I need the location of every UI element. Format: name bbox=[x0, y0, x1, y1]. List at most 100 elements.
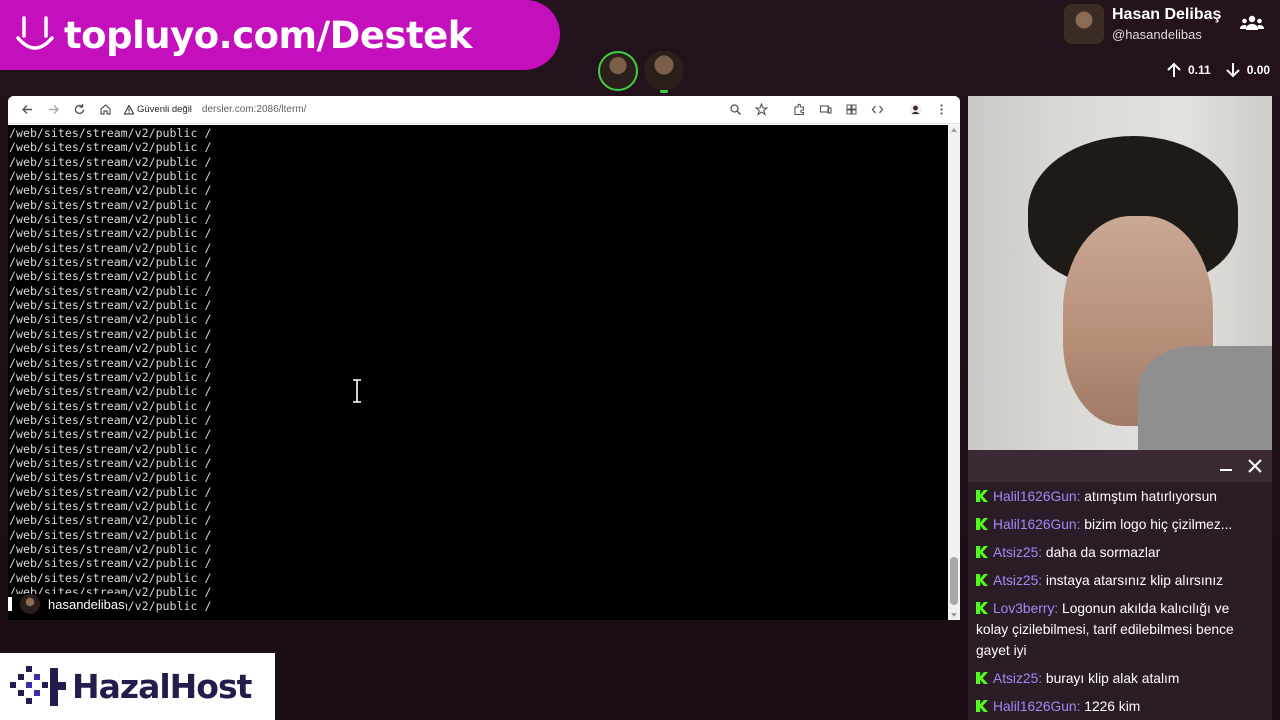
handle: @hasandelibas bbox=[1112, 27, 1202, 42]
star-icon bbox=[754, 103, 768, 116]
arrow-left-icon bbox=[21, 105, 32, 114]
terminal-line: /web/sites/stream/v2/public / bbox=[9, 527, 212, 542]
chat-message: Halil1626Gun: atımştım hatırlıyorsun bbox=[976, 486, 1258, 507]
stream-participants bbox=[598, 51, 684, 93]
terminal-line: /web/sites/stream/v2/public / bbox=[9, 126, 212, 140]
extensions-button[interactable] bbox=[786, 98, 812, 122]
puzzle-icon bbox=[793, 103, 804, 116]
chat-username[interactable]: Atsiz25 bbox=[993, 573, 1038, 588]
terminal-line: /web/sites/stream/v2/public / bbox=[9, 599, 212, 614]
bookmark-button[interactable] bbox=[748, 98, 774, 122]
kick-badge-icon bbox=[976, 518, 988, 530]
download-speed: 0.00 bbox=[1246, 63, 1271, 77]
terminal-line: /web/sites/stream/v2/public / bbox=[9, 326, 212, 341]
terminal-line: /web/sites/stream/v2/public / bbox=[9, 183, 212, 198]
participant-avatar[interactable] bbox=[644, 51, 684, 93]
participant-avatar-active[interactable] bbox=[598, 51, 638, 91]
chat-text: bizim logo hiç çizilmez... bbox=[1084, 517, 1233, 532]
security-label: Güvenli değil bbox=[137, 104, 192, 115]
security-indicator[interactable]: Güvenli değil bbox=[124, 104, 192, 115]
zoom-button[interactable] bbox=[722, 98, 748, 122]
back-button[interactable] bbox=[14, 98, 40, 122]
network-stats: 0.11 0.00 bbox=[1166, 62, 1278, 78]
cast-button[interactable] bbox=[812, 98, 838, 122]
apps-button[interactable] bbox=[838, 98, 864, 122]
users-icon[interactable] bbox=[1240, 14, 1264, 37]
terminal-line: /web/sites/stream/v2/public / bbox=[9, 355, 212, 370]
chat-separator: : bbox=[1054, 601, 1063, 616]
chat-message: Halil1626Gun: 1226 kim bbox=[976, 696, 1258, 717]
terminal-line: /web/sites/stream/v2/public / bbox=[9, 212, 212, 227]
terminal-line: /web/sites/stream/v2/public / bbox=[9, 585, 212, 599]
streamer-caption: hasandelibas bbox=[8, 594, 125, 614]
smile-icon bbox=[0, 0, 70, 70]
caption-bar bbox=[8, 597, 12, 611]
terminal-line: /web/sites/stream/v2/public / bbox=[9, 255, 212, 270]
chat-username[interactable]: Atsiz25 bbox=[993, 545, 1038, 560]
terminal-line: /web/sites/stream/v2/public / bbox=[9, 269, 212, 284]
minimize-icon[interactable] bbox=[1220, 469, 1232, 471]
terminal-line: /web/sites/stream/v2/public / bbox=[9, 169, 212, 184]
terminal-line: /web/sites/stream/v2/public / bbox=[9, 283, 212, 298]
terminal-line: /web/sites/stream/v2/public / bbox=[9, 470, 212, 485]
terminal-line: /web/sites/stream/v2/public / bbox=[9, 484, 212, 499]
hazalhost-sponsor: HazalHost bbox=[0, 653, 275, 720]
url-text: dersler.com:2086/lterm/ bbox=[201, 104, 307, 115]
terminal-line: /web/sites/stream/v2/public / bbox=[9, 570, 212, 585]
profile-icon bbox=[909, 103, 921, 116]
streamer-profile[interactable]: Hasan Delibaş @hasandelibas bbox=[1064, 4, 1221, 44]
arrow-down-icon bbox=[1225, 63, 1240, 78]
browser-window: Güvenli değil dersler.com:2086/lterm/ /w… bbox=[8, 96, 960, 620]
terminal-scrollbar[interactable] bbox=[948, 125, 960, 620]
browser-toolbar: Güvenli değil dersler.com:2086/lterm/ bbox=[8, 96, 960, 124]
chat-username[interactable]: Lov3berry bbox=[993, 601, 1054, 616]
terminal-line: /web/sites/stream/v2/public / bbox=[9, 226, 212, 241]
reload-button[interactable] bbox=[66, 98, 92, 122]
live-indicator bbox=[660, 90, 668, 93]
scroll-up-arrow[interactable] bbox=[951, 128, 957, 132]
chat-username[interactable]: Halil1626Gun bbox=[993, 699, 1077, 714]
terminal-line: /web/sites/stream/v2/public / bbox=[9, 541, 212, 556]
kick-badge-icon bbox=[976, 700, 988, 712]
terminal-line: /web/sites/stream/v2/public / bbox=[9, 556, 212, 571]
terminal-line: /web/sites/stream/v2/public / bbox=[9, 427, 212, 442]
chat-message: Atsiz25: burayı klip alak atalım bbox=[976, 668, 1258, 689]
kick-badge-icon bbox=[976, 602, 988, 614]
caption-avatar bbox=[20, 594, 40, 614]
address-bar[interactable]: Güvenli değil dersler.com:2086/lterm/ bbox=[124, 98, 716, 121]
hazalhost-logo-icon bbox=[10, 665, 66, 706]
warning-icon bbox=[124, 104, 134, 114]
arrow-up-icon bbox=[1167, 62, 1181, 77]
chat-text: atımştım hatırlıyorsun bbox=[1084, 489, 1217, 504]
scroll-down-arrow[interactable] bbox=[951, 613, 957, 617]
home-button[interactable] bbox=[92, 98, 118, 122]
chat-separator: : bbox=[1038, 671, 1046, 686]
chat-message: Atsiz25: daha da sormazlar bbox=[976, 542, 1258, 563]
forward-button[interactable] bbox=[40, 98, 66, 122]
kick-badge-icon bbox=[976, 490, 988, 502]
terminal-line: /web/sites/stream/v2/public / bbox=[9, 140, 212, 155]
scroll-thumb[interactable] bbox=[950, 557, 958, 605]
terminal-line: /web/sites/stream/v2/public / bbox=[9, 513, 212, 528]
chat-separator: : bbox=[1038, 573, 1046, 588]
chat-message: Lov3berry: Logonun akılda kalıcılığı ve … bbox=[976, 598, 1258, 661]
terminal-line: /web/sites/stream/v2/public / bbox=[9, 154, 212, 169]
kick-badge-icon bbox=[976, 546, 988, 558]
chat-username[interactable]: Halil1626Gun bbox=[993, 517, 1077, 532]
devices-icon bbox=[819, 105, 832, 114]
devtools-button[interactable] bbox=[864, 98, 890, 122]
menu-button[interactable] bbox=[928, 98, 954, 122]
topluyo-banner: topluyo.com/Destek bbox=[0, 0, 560, 70]
chat-username[interactable]: Atsiz25 bbox=[993, 671, 1038, 686]
terminal-line: /web/sites/stream/v2/public / bbox=[9, 384, 212, 399]
chat-message: Atsiz25: instaya atarsınız klip alırsını… bbox=[976, 570, 1258, 591]
profile-button[interactable] bbox=[902, 98, 928, 122]
home-icon bbox=[99, 104, 111, 115]
close-icon[interactable] bbox=[1246, 457, 1264, 475]
chat-separator: : bbox=[1038, 545, 1046, 560]
chat-message: Halil1626Gun: bizim logo hiç çizilmez... bbox=[976, 514, 1258, 535]
avatar bbox=[1064, 4, 1104, 44]
text-cursor-icon bbox=[353, 379, 361, 403]
terminal-output[interactable]: /web/sites/stream/v2/public //web/sites/… bbox=[8, 125, 948, 620]
chat-username[interactable]: Halil1626Gun bbox=[993, 489, 1077, 504]
